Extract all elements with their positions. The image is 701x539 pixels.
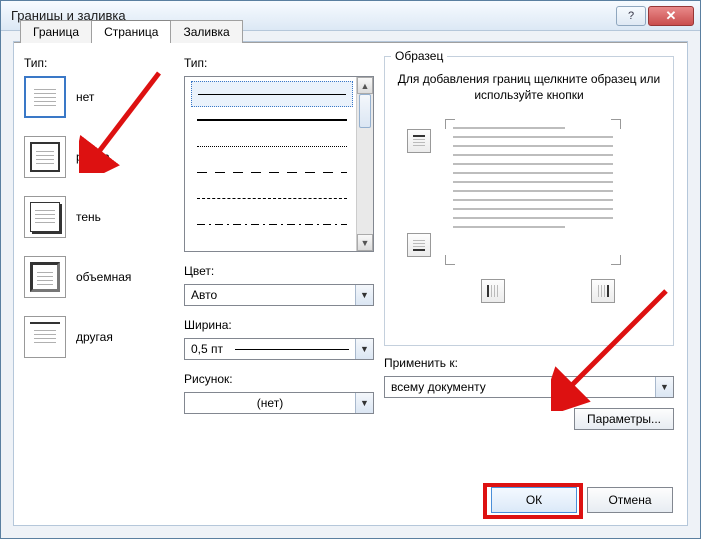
art-value: (нет) — [257, 396, 283, 410]
tab-page-border[interactable]: Страница — [91, 20, 171, 43]
preview-column: Образец Для добавления границ щелкните о… — [384, 56, 674, 430]
preview-hint: Для добавления границ щелкните образец и… — [393, 71, 665, 103]
apply-to-combo[interactable]: всему документу ▼ — [384, 376, 674, 398]
style-dash-sparse[interactable] — [191, 159, 353, 185]
setting-box-label: рамка — [76, 150, 110, 164]
preview-page[interactable] — [453, 127, 613, 257]
setting-label: Тип: — [24, 56, 174, 70]
style-dot[interactable] — [191, 133, 353, 159]
tab-borders[interactable]: Граница — [20, 20, 92, 43]
scroll-thumb[interactable] — [359, 94, 371, 128]
apply-to-label: Применить к: — [384, 356, 674, 370]
dialog-buttons: ОК Отмена — [491, 487, 673, 513]
line-style-list[interactable]: ▲ ▼ — [184, 76, 374, 252]
setting-none-label: нет — [76, 90, 94, 104]
style-solid[interactable] — [191, 81, 353, 107]
apply-to-value: всему документу — [391, 380, 486, 394]
close-button[interactable]: ✕ — [648, 6, 694, 26]
setting-shadow-label: тень — [76, 210, 101, 224]
ok-button[interactable]: ОК — [491, 487, 577, 513]
setting-custom-label: другая — [76, 330, 113, 344]
color-label: Цвет: — [184, 264, 374, 278]
chevron-down-icon[interactable]: ▼ — [355, 285, 373, 305]
border-left-button[interactable] — [481, 279, 505, 303]
tab-shading[interactable]: Заливка — [170, 20, 242, 43]
setting-column: Тип: нет рамка тень объемная — [24, 56, 174, 376]
style-label: Тип: — [184, 56, 374, 70]
style-column: Тип: ▲ ▼ — [184, 56, 374, 414]
chevron-down-icon[interactable]: ▼ — [655, 377, 673, 397]
width-combo[interactable]: 0,5 пт ▼ — [184, 338, 374, 360]
color-value: Авто — [191, 288, 217, 302]
style-dashdot[interactable] — [191, 211, 353, 237]
help-button[interactable]: ? — [616, 6, 646, 26]
dialog-body: Граница Страница Заливка Тип: нет рамка … — [13, 41, 688, 526]
setting-none[interactable]: нет — [24, 76, 174, 118]
cancel-button[interactable]: Отмена — [587, 487, 673, 513]
borders-shading-dialog: Границы и заливка ? ✕ Граница Страница З… — [0, 0, 701, 539]
width-label: Ширина: — [184, 318, 374, 332]
options-button[interactable]: Параметры... — [574, 408, 674, 430]
style-scrollbar[interactable]: ▲ ▼ — [356, 77, 373, 251]
setting-3d[interactable]: объемная — [24, 256, 174, 298]
color-combo[interactable]: Авто ▼ — [184, 284, 374, 306]
border-top-button[interactable] — [407, 129, 431, 153]
setting-shadow[interactable]: тень — [24, 196, 174, 238]
chevron-down-icon[interactable]: ▼ — [355, 393, 373, 413]
scroll-up-icon[interactable]: ▲ — [357, 77, 373, 94]
style-thick[interactable] — [191, 107, 353, 133]
border-bottom-button[interactable] — [407, 233, 431, 257]
art-combo[interactable]: (нет) ▼ — [184, 392, 374, 414]
art-label: Рисунок: — [184, 372, 374, 386]
preview-area[interactable] — [393, 117, 665, 307]
border-right-button[interactable] — [591, 279, 615, 303]
tab-strip: Граница Страница Заливка — [20, 20, 242, 43]
setting-box[interactable]: рамка — [24, 136, 174, 178]
setting-3d-label: объемная — [76, 270, 131, 284]
chevron-down-icon[interactable]: ▼ — [355, 339, 373, 359]
scroll-down-icon[interactable]: ▼ — [357, 234, 373, 251]
style-dash[interactable] — [191, 185, 353, 211]
setting-custom[interactable]: другая — [24, 316, 174, 358]
preview-label: Образец — [391, 49, 447, 63]
width-value: 0,5 пт — [191, 342, 223, 356]
